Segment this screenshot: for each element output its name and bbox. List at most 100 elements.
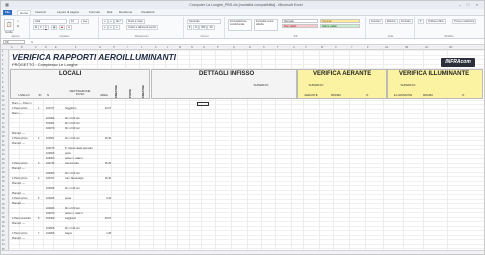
cell-area[interactable]: 20.97 xyxy=(97,217,111,220)
row-header[interactable]: 32 xyxy=(2,190,5,192)
tab-home[interactable]: Home xyxy=(17,10,32,15)
grow-font-icon[interactable]: A▲ xyxy=(81,19,90,24)
column-header[interactable]: H xyxy=(113,46,115,49)
column-header[interactable]: U xyxy=(293,46,295,49)
row-header[interactable]: 33 xyxy=(2,195,5,197)
cell-dest[interactable]: camera letto xyxy=(65,162,95,165)
cell-dest[interactable]: bb x 2.00 out xyxy=(65,227,95,230)
cell-dest[interactable]: bb x 2.00 out xyxy=(65,187,95,190)
cell-n[interactable]: 101301 xyxy=(46,122,60,125)
cell-dest[interactable]: bb x 2.00 out xyxy=(65,137,95,140)
cell-liv[interactable]: Pianopri ---- xyxy=(12,202,36,205)
cell-dest[interactable]: pesia xyxy=(65,197,95,200)
row-header[interactable]: 4 xyxy=(2,64,3,66)
row-header[interactable]: 8 xyxy=(2,82,3,84)
row-header[interactable]: 19 xyxy=(2,132,5,134)
column-header[interactable]: B xyxy=(21,46,23,49)
align-middle-icon[interactable]: ≡ xyxy=(108,19,114,24)
cell-n[interactable]: 102076 xyxy=(46,147,60,150)
decimal-icon[interactable]: ,00 xyxy=(207,25,215,30)
wrap-text-button[interactable]: Testo a capo xyxy=(126,19,145,24)
column-header[interactable]: V xyxy=(305,46,307,49)
tab-page-layout[interactable]: Layout di pagina xyxy=(57,10,79,15)
row-header[interactable]: 10 xyxy=(2,91,5,93)
row-header[interactable]: 25 xyxy=(2,159,5,161)
font-color-icon[interactable]: A xyxy=(66,25,72,30)
cell-id[interactable]: 3 xyxy=(38,162,43,165)
find-select-button[interactable]: Trova e seleziona xyxy=(452,19,477,24)
row-header[interactable]: 13 xyxy=(2,105,5,107)
font-name-select[interactable]: Arial xyxy=(33,19,67,24)
fill-color-icon[interactable]: ◆ xyxy=(59,25,65,30)
cell-n[interactable]: 101707 xyxy=(46,107,60,110)
column-header[interactable]: E xyxy=(55,46,57,49)
row-header[interactable]: 21 xyxy=(2,141,5,143)
row-header[interactable]: 42 xyxy=(2,235,5,237)
fx-icon[interactable]: fx xyxy=(31,40,33,44)
row-header[interactable]: 34 xyxy=(2,199,5,201)
cell-n[interactable]: 103003 xyxy=(46,157,60,160)
row-header[interactable]: 3 xyxy=(2,60,3,62)
column-header[interactable]: Y xyxy=(351,46,353,49)
copy-icon[interactable]: ⧉ xyxy=(16,25,20,28)
tab-review[interactable]: Revisione xyxy=(119,10,132,15)
cell-id[interactable]: 6 xyxy=(38,217,43,220)
row-header[interactable]: 9 xyxy=(2,87,3,89)
cell-liv[interactable]: 4 Piano primo xyxy=(12,197,36,200)
row-header[interactable]: 40 xyxy=(2,226,5,228)
cell-liv[interactable]: Pianopri ---- xyxy=(12,142,36,145)
column-header[interactable]: AB xyxy=(405,46,408,49)
conditional-format-button[interactable]: Formattazione condizionale xyxy=(228,19,252,31)
cell-n[interactable]: 102506 xyxy=(46,152,60,155)
cell-liv[interactable]: 4 Piano primo xyxy=(12,232,36,235)
column-header[interactable]: L xyxy=(167,46,168,49)
cell-liv[interactable]: Pianopri ---- xyxy=(12,192,36,195)
cell-liv[interactable]: Piano ---- Piano 1 xyxy=(12,102,36,105)
align-left-icon[interactable]: ≡ xyxy=(102,25,108,30)
cell-liv[interactable]: Pianopri ---- xyxy=(12,222,36,225)
font-size-select[interactable]: 10 xyxy=(69,19,79,24)
cell-n[interactable]: 103707 xyxy=(46,177,60,180)
cell-n[interactable]: 104906 xyxy=(46,232,60,235)
row-header[interactable]: 44 xyxy=(2,244,5,246)
cell-id[interactable]: 4 xyxy=(38,177,43,180)
cell-dest[interactable]: bb x 2.00 out xyxy=(65,122,95,125)
column-header[interactable]: AA xyxy=(385,46,388,49)
cell-dest[interactable]: porta xyxy=(65,152,95,155)
cell-area[interactable]: 4.48 xyxy=(97,232,111,235)
column-header[interactable]: AC xyxy=(425,46,428,49)
border-icon[interactable]: ▦ xyxy=(51,25,58,30)
worksheet[interactable]: 1 2 3 4 5 6 7 8 9 10 11 12 13 14 15 16 17 18 19 20 21 22 23 24 2… xyxy=(1,50,484,254)
tab-file[interactable]: File xyxy=(3,10,12,15)
cell-n[interactable]: 102926 xyxy=(46,207,60,210)
column-header[interactable]: Z xyxy=(367,46,368,49)
cell-n[interactable]: 102070 xyxy=(46,127,60,130)
column-header[interactable]: Q xyxy=(233,46,235,49)
underline-button[interactable]: S xyxy=(43,25,49,30)
row-header[interactable]: 12 xyxy=(2,100,5,102)
row-header[interactable]: 41 xyxy=(2,231,5,233)
cell-id[interactable]: 1 xyxy=(38,107,43,110)
row-header[interactable]: 35 xyxy=(2,204,5,206)
cell-n[interactable]: 101304 xyxy=(46,117,60,120)
row-header[interactable]: 23 xyxy=(2,150,5,152)
cell-liv[interactable]: Pianopri ---- xyxy=(12,132,36,135)
cell-dest[interactable]: bb x 2.00 out xyxy=(65,127,95,130)
row-header[interactable]: 7 xyxy=(2,78,3,80)
row-header[interactable]: 5 xyxy=(2,69,3,71)
column-header[interactable]: C xyxy=(35,46,37,49)
cell-liv[interactable]: 4 Piano primo xyxy=(12,162,36,165)
cell-n[interactable]: 102970 xyxy=(46,212,60,215)
row-header[interactable]: 20 xyxy=(2,136,5,138)
cell-dest[interactable]: bb x 2.00 out xyxy=(65,117,95,120)
column-header[interactable]: X xyxy=(335,46,337,49)
tab-formulas[interactable]: Formule xyxy=(89,10,100,15)
cell-dest[interactable]: porta c.i. sala m. xyxy=(65,157,95,160)
row-header[interactable]: 28 xyxy=(2,172,5,174)
column-header[interactable]: I xyxy=(127,46,128,49)
row-header[interactable]: 15 xyxy=(2,114,5,116)
column-header[interactable]: G xyxy=(99,46,101,49)
cell-liv[interactable]: Pianopri ---- xyxy=(12,237,36,240)
column-header[interactable]: D xyxy=(45,46,47,49)
column-header[interactable]: S xyxy=(263,46,265,49)
